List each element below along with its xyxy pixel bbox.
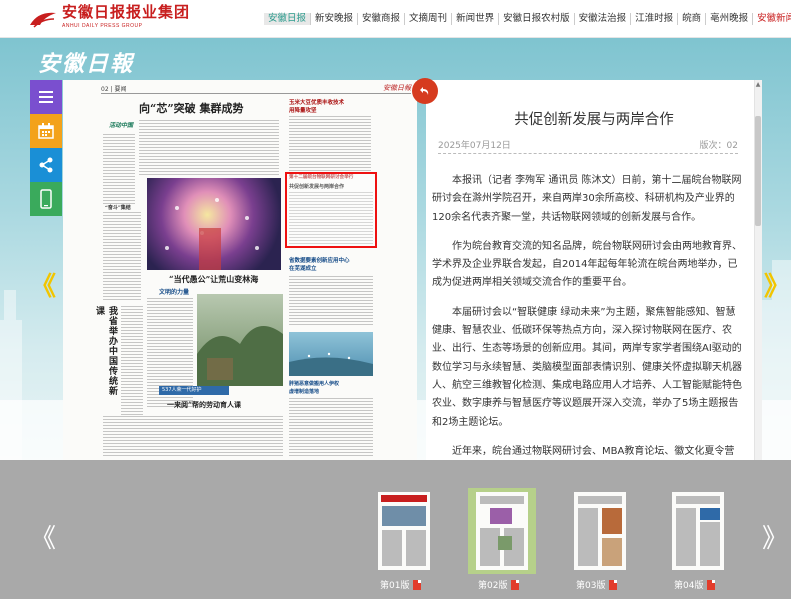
thumb-prev-arrow[interactable]: 《 <box>30 518 56 555</box>
page-thumb-label: 第04版 <box>674 581 704 591</box>
article-date: 2025年07月12日 <box>438 141 511 151</box>
page-thumb-image <box>574 492 626 570</box>
back-button[interactable] <box>412 78 438 104</box>
thumb-next-arrow[interactable]: 》 <box>762 518 788 555</box>
paper-sub-box: 537人荣一代好护 <box>159 386 229 395</box>
paper-headline-main[interactable]: 向“芯”突破 集群成势 <box>139 100 243 116</box>
newspaper-page[interactable]: 02 | 要闻 安徽日報 向“芯”突破 集群成势 玉米大豆优质丰收技术 用降量攻… <box>63 80 417 460</box>
menu-button[interactable] <box>30 80 62 114</box>
paper-bay-photo[interactable] <box>289 332 373 376</box>
article-title: 共促创新发展与两岸合作 <box>514 112 674 128</box>
page-label: 02 | 要闻 <box>101 86 127 93</box>
nav-item[interactable]: 江淮时报 <box>631 13 679 25</box>
share-icon <box>39 157 53 173</box>
logo-text: 安徽日报报业集团 <box>62 3 191 21</box>
brand-title: 安徽日報 <box>38 51 135 77</box>
nav-item[interactable]: 安徽日报农村版 <box>499 13 575 25</box>
return-arrow-icon <box>420 87 429 95</box>
pdf-icon[interactable] <box>413 579 422 590</box>
paper-headline-right[interactable]: 玉米大豆优质丰收技术 <box>289 98 344 106</box>
calendar-icon <box>38 123 54 139</box>
page-thumb-label: 第02版 <box>478 581 508 591</box>
page-thumb-image <box>476 492 528 570</box>
page-thumb-image <box>378 492 430 570</box>
page-thumb-01[interactable]: 第01版 <box>370 488 438 591</box>
scroll-thumb[interactable] <box>755 116 761 226</box>
paper-heading-left-small: “奋斗”集结 <box>105 205 131 211</box>
prev-page-arrow[interactable]: 《 <box>30 266 56 303</box>
page-thumb-image <box>672 492 724 570</box>
paper-masthead: 安徽日報 <box>383 84 411 92</box>
nav-item[interactable]: 文摘周刊 <box>405 13 453 25</box>
nav-item[interactable]: 新闻世界 <box>452 13 500 25</box>
article-paragraph: 本报讯（记者 李殉军 通讯员 陈沐文）日前，第十二届皖台物联网研讨会在滁州学院召… <box>432 175 742 223</box>
group-logo[interactable]: 安徽日报报业集团 ANHUI DAILY PRESS GROUP <box>28 3 191 30</box>
paper-heading-mid2: 在芜湖成立 <box>289 266 317 272</box>
menu-icon <box>39 91 53 103</box>
pdf-icon[interactable] <box>707 579 716 590</box>
next-page-arrow[interactable]: 》 <box>764 266 790 303</box>
paper-heading-mid1[interactable]: 省数据要素创新应用中心 <box>289 256 350 264</box>
paper-nav: 安徽日报 新安晚报 安徽商报 文摘周刊 新闻世界 安徽日报农村版 安徽法治报 江淮时报 皖商 亳州… <box>264 10 791 28</box>
paper-headline-right2: 用降量攻坚 <box>289 108 317 114</box>
nav-item[interactable]: 安徽新闻网 <box>753 13 791 25</box>
section-logo: 活动中国 <box>109 122 134 129</box>
article-scrollbar[interactable]: ▲ <box>754 80 762 460</box>
article-meta: 2025年07月12日 版次：02 <box>438 138 738 154</box>
page-thumb-04[interactable]: 第04版 <box>664 488 732 591</box>
page-thumb-02[interactable]: 第02版 <box>468 488 536 591</box>
paper-main-photo[interactable] <box>147 178 281 270</box>
article-edition: 版次：02 <box>699 141 738 151</box>
logo-mark-icon <box>28 9 58 29</box>
paper-vertical-heading[interactable]: 我省举办中国传统新课 <box>94 306 119 396</box>
nav-item[interactable]: 安徽商报 <box>358 13 406 25</box>
calendar-button[interactable] <box>30 114 62 148</box>
paper-header: 02 | 要闻 安徽日報 <box>101 82 411 94</box>
article-body: 本报讯（记者 李殉军 通讯员 陈沐文）日前，第十二届皖台物联网研讨会在滁州学院召… <box>432 172 742 460</box>
page-thumbnail-strip: 《 》 第01版 第02版 第03版 第04版 <box>0 460 791 599</box>
logo-en-text: ANHUI DAILY PRESS GROUP <box>62 23 143 29</box>
scroll-up-arrow-icon[interactable]: ▲ <box>754 80 762 90</box>
paper-heading-right-bottom2: 虚增制造落地 <box>289 389 320 395</box>
highlighted-article-box[interactable] <box>285 172 377 248</box>
pdf-icon[interactable] <box>609 579 618 590</box>
top-nav-bar: 安徽日报报业集团 ANHUI DAILY PRESS GROUP 安徽日报 新安晚… <box>0 0 791 38</box>
page-thumb-label: 第01版 <box>380 581 410 591</box>
nav-item[interactable]: 新安晚报 <box>311 13 359 25</box>
paper-heading-bottom[interactable]: 一来阅”帮的劳动育人课 <box>167 400 241 410</box>
article-panel: 共促创新发展与两岸合作 2025年07月12日 版次：02 本报讯（记者 李殉军… <box>426 80 762 460</box>
main-stage: 安徽日報 《 》 02 | 要闻 安徽日報 向“芯”突破 集群成势 玉米大豆优质… <box>0 38 791 460</box>
nav-item[interactable]: 安徽日报 <box>264 13 312 25</box>
share-button[interactable] <box>30 148 62 182</box>
nav-item[interactable]: 亳州晚报 <box>706 13 754 25</box>
paper-heading-center[interactable]: “当代愚公”让荒山变林海 <box>169 274 258 285</box>
pdf-icon[interactable] <box>511 579 520 590</box>
mobile-icon <box>40 189 52 209</box>
page-thumb-label: 第03版 <box>576 581 606 591</box>
paper-heading-center2: 文明的力量 <box>159 289 190 296</box>
article-paragraph: 作为皖台教育交流的知名品牌，皖台物联网研讨会由两地教育界、学术界及企业界联合发起… <box>432 240 742 289</box>
nav-item[interactable]: 皖商 <box>678 13 707 25</box>
nav-item[interactable]: 安徽法治报 <box>575 13 632 25</box>
paper-heading-right-bottom[interactable]: 胖猪恶意做搬用人伊权 <box>289 380 339 387</box>
page-thumb-03[interactable]: 第03版 <box>566 488 634 591</box>
article-paragraph: 本届研讨会以“智联健康 绿动未来”为主题，聚焦智能感知、智慧健康、智慧农业、低碳… <box>432 306 742 428</box>
mobile-button[interactable] <box>30 182 62 216</box>
paper-forest-photo[interactable] <box>197 294 283 386</box>
article-paragraph: 近年来，皖台通过物联网研讨会、MBA教育论坛、徽文化夏令营等多元活动深化合作，目… <box>452 445 735 457</box>
